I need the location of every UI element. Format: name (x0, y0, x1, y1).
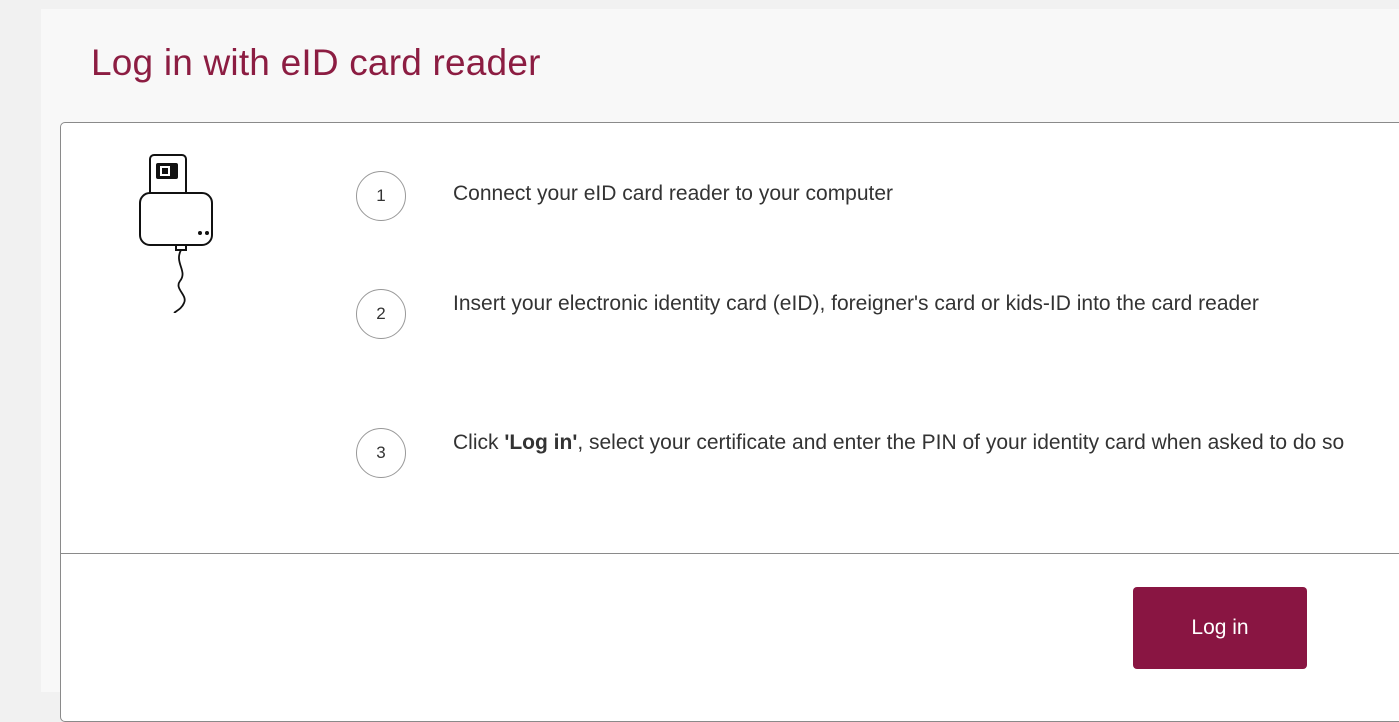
panel-divider (61, 553, 1399, 554)
login-button[interactable]: Log in (1133, 587, 1307, 669)
step-3: 3 Click 'Log in', select your certificat… (356, 428, 1399, 478)
step-text-suffix: , select your certificate and enter the … (577, 431, 1345, 454)
step-text: Insert your electronic identity card (eI… (453, 292, 1259, 315)
step-text: Click 'Log in', select your certificate … (453, 426, 1399, 459)
card-reader-icon (136, 153, 226, 318)
step-2: 2 Insert your electronic identity card (… (356, 289, 1399, 339)
step-number-badge: 3 (356, 428, 406, 478)
step-1: 1 Connect your eID card reader to your c… (356, 171, 1399, 221)
login-panel: 1 Connect your eID card reader to your c… (60, 122, 1399, 722)
step-text-bold: 'Log in' (504, 431, 578, 454)
step-number-badge: 1 (356, 171, 406, 221)
step-number-badge: 2 (356, 289, 406, 339)
step-text: Connect your eID card reader to your com… (453, 182, 894, 205)
step-text-prefix: Click (453, 431, 505, 454)
login-page: Log in with eID card reader 1 Connect yo… (41, 9, 1399, 722)
page-title: Log in with eID card reader (91, 42, 541, 83)
